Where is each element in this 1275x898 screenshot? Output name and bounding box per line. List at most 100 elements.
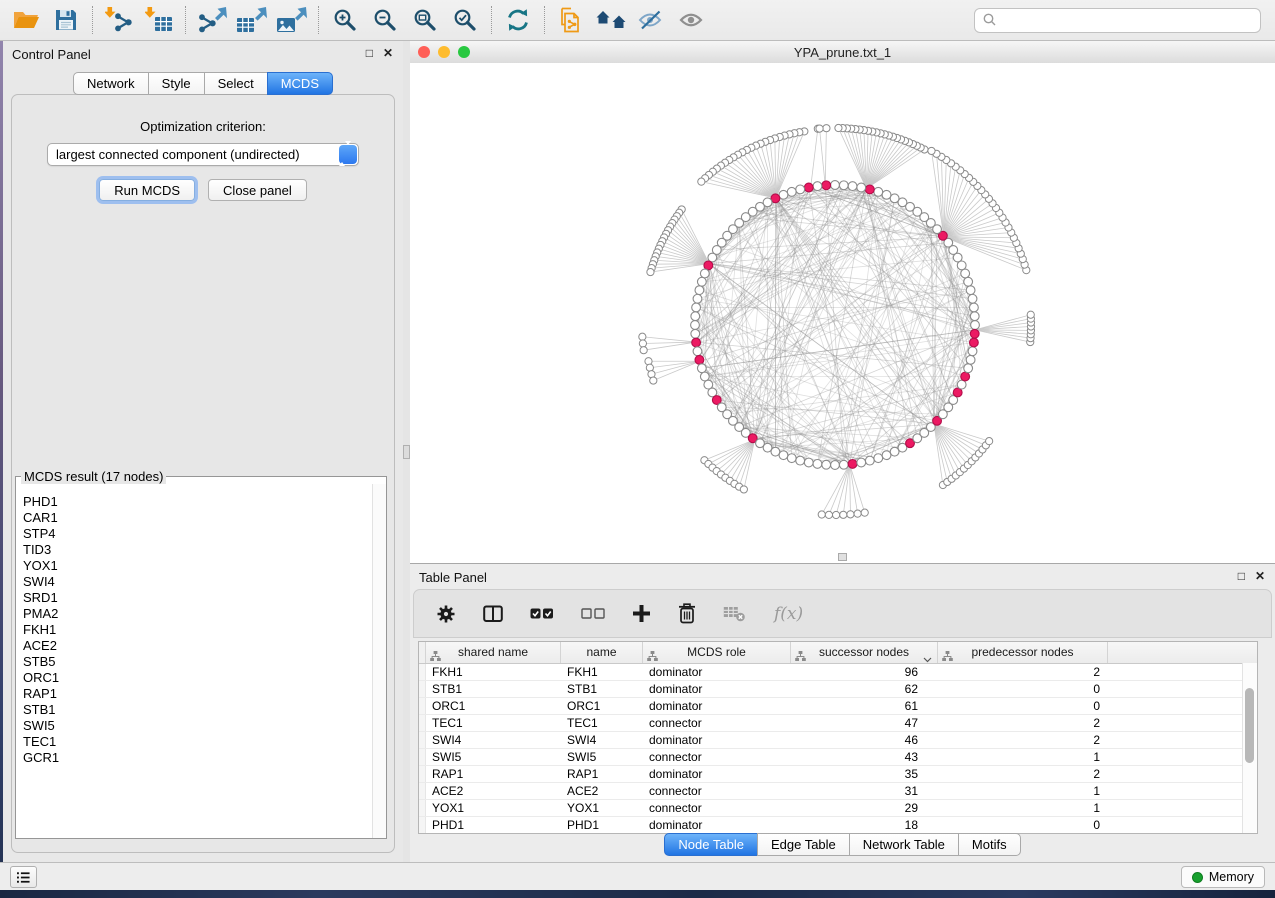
cell-name[interactable]: SWI5 xyxy=(561,749,643,765)
mcds-result-item[interactable]: YOX1 xyxy=(23,558,372,574)
cell-successor-nodes[interactable]: 61 xyxy=(791,698,938,714)
mcds-list-scrollbar[interactable] xyxy=(372,484,386,838)
tab-mcds[interactable]: MCDS xyxy=(267,72,333,95)
splitter-handle[interactable] xyxy=(403,445,410,459)
refresh-view-button[interactable] xyxy=(498,3,538,37)
export-table-button[interactable] xyxy=(232,3,272,37)
mcds-result-item[interactable]: STB5 xyxy=(23,654,372,670)
table-row[interactable]: RAP1RAP1dominator352 xyxy=(419,766,1257,783)
function-builder-button-disabled[interactable]: f(x) xyxy=(774,604,803,624)
cell-predecessor-nodes[interactable]: 0 xyxy=(938,698,1108,714)
zoom-fit-button[interactable] xyxy=(405,3,445,37)
tab-node-table[interactable]: Node Table xyxy=(664,833,758,856)
cell-predecessor-nodes[interactable]: 0 xyxy=(938,817,1108,833)
mcds-result-item[interactable]: SWI5 xyxy=(23,718,372,734)
cell-successor-nodes[interactable]: 96 xyxy=(791,664,938,680)
column-header-predecessor-nodes[interactable]: predecessor nodes xyxy=(938,642,1108,663)
split-panel-button[interactable] xyxy=(483,604,503,624)
add-column-button[interactable] xyxy=(632,604,651,623)
tab-network[interactable]: Network xyxy=(73,72,149,95)
cell-name[interactable]: STB1 xyxy=(561,681,643,697)
mcds-result-item[interactable]: STB1 xyxy=(23,702,372,718)
cell-successor-nodes[interactable]: 29 xyxy=(791,800,938,816)
zoom-in-button[interactable] xyxy=(325,3,365,37)
network-canvas[interactable] xyxy=(410,63,1275,563)
mcds-result-item[interactable]: FKH1 xyxy=(23,622,372,638)
cell-shared-name[interactable]: FKH1 xyxy=(426,664,561,680)
deselect-all-button[interactable] xyxy=(581,606,605,621)
zoom-selected-button[interactable] xyxy=(445,3,485,37)
cell-predecessor-nodes[interactable]: 2 xyxy=(938,715,1108,731)
cell-shared-name[interactable]: PHD1 xyxy=(426,817,561,833)
cell-successor-nodes[interactable]: 62 xyxy=(791,681,938,697)
delete-table-button-disabled[interactable] xyxy=(723,605,747,622)
cell-name[interactable]: ORC1 xyxy=(561,698,643,714)
cell-successor-nodes[interactable]: 46 xyxy=(791,732,938,748)
cell-shared-name[interactable]: TEC1 xyxy=(426,715,561,731)
column-header-name[interactable]: name xyxy=(561,642,643,663)
close-panel-icon[interactable]: ✕ xyxy=(1255,569,1265,583)
table-scrollbar[interactable] xyxy=(1242,663,1257,833)
cell-MCDS-role[interactable]: connector xyxy=(643,715,791,731)
cell-shared-name[interactable]: RAP1 xyxy=(426,766,561,782)
cell-name[interactable]: PHD1 xyxy=(561,817,643,833)
mcds-result-item[interactable]: CAR1 xyxy=(23,510,372,526)
cell-MCDS-role[interactable]: dominator xyxy=(643,664,791,680)
cell-predecessor-nodes[interactable]: 1 xyxy=(938,800,1108,816)
cell-predecessor-nodes[interactable]: 2 xyxy=(938,732,1108,748)
cell-name[interactable]: ACE2 xyxy=(561,783,643,799)
search-input[interactable] xyxy=(1003,12,1252,29)
table-row[interactable]: STB1STB1dominator620 xyxy=(419,681,1257,698)
import-table-button[interactable] xyxy=(139,3,179,37)
cell-successor-nodes[interactable]: 31 xyxy=(791,783,938,799)
mcds-result-item[interactable]: STP4 xyxy=(23,526,372,542)
cell-MCDS-role[interactable]: dominator xyxy=(643,732,791,748)
tab-edge-table[interactable]: Edge Table xyxy=(757,833,850,856)
table-row[interactable]: TEC1TEC1connector472 xyxy=(419,715,1257,732)
criterion-dropdown[interactable]: largest connected component (undirected) xyxy=(47,143,359,166)
cell-successor-nodes[interactable]: 43 xyxy=(791,749,938,765)
table-settings-button[interactable] xyxy=(436,604,456,624)
network-graph[interactable] xyxy=(410,63,1275,563)
column-header-MCDS-role[interactable]: MCDS role xyxy=(643,642,791,663)
mcds-result-item[interactable]: ORC1 xyxy=(23,670,372,686)
cell-successor-nodes[interactable]: 47 xyxy=(791,715,938,731)
memory-button[interactable]: Memory xyxy=(1181,866,1265,888)
column-header-shared-name[interactable]: shared name xyxy=(426,642,561,663)
cell-predecessor-nodes[interactable]: 2 xyxy=(938,664,1108,680)
table-row[interactable]: PHD1PHD1dominator180 xyxy=(419,817,1257,834)
mcds-result-item[interactable]: GCR1 xyxy=(23,750,372,766)
cell-name[interactable]: TEC1 xyxy=(561,715,643,731)
tab-select[interactable]: Select xyxy=(204,72,268,95)
table-row[interactable]: SWI5SWI5connector431 xyxy=(419,749,1257,766)
mcds-result-item[interactable]: SWI4 xyxy=(23,574,372,590)
select-all-button[interactable] xyxy=(530,606,554,621)
close-panel-button[interactable]: Close panel xyxy=(208,179,307,201)
column-header-successor-nodes[interactable]: successor nodes xyxy=(791,642,938,663)
cell-shared-name[interactable]: STB1 xyxy=(426,681,561,697)
table-row[interactable]: ACE2ACE2connector311 xyxy=(419,783,1257,800)
table-row[interactable]: FKH1FKH1dominator962 xyxy=(419,664,1257,681)
zoom-out-button[interactable] xyxy=(365,3,405,37)
cell-shared-name[interactable]: YOX1 xyxy=(426,800,561,816)
clone-network-button[interactable] xyxy=(551,3,591,37)
mcds-result-item[interactable]: RAP1 xyxy=(23,686,372,702)
cell-predecessor-nodes[interactable]: 1 xyxy=(938,749,1108,765)
show-all-button[interactable] xyxy=(671,3,711,37)
cell-MCDS-role[interactable]: dominator xyxy=(643,681,791,697)
table-row[interactable]: YOX1YOX1connector291 xyxy=(419,800,1257,817)
mcds-result-item[interactable]: TID3 xyxy=(23,542,372,558)
first-neighbors-button[interactable] xyxy=(591,3,631,37)
cell-name[interactable]: SWI4 xyxy=(561,732,643,748)
table-row[interactable]: ORC1ORC1dominator610 xyxy=(419,698,1257,715)
cell-shared-name[interactable]: SWI5 xyxy=(426,749,561,765)
cell-name[interactable]: FKH1 xyxy=(561,664,643,680)
run-mcds-button[interactable]: Run MCDS xyxy=(99,179,195,201)
cell-shared-name[interactable]: SWI4 xyxy=(426,732,561,748)
cell-shared-name[interactable]: ACE2 xyxy=(426,783,561,799)
tab-motifs[interactable]: Motifs xyxy=(958,833,1021,856)
open-file-button[interactable] xyxy=(6,3,46,37)
export-network-button[interactable] xyxy=(192,3,232,37)
delete-rows-button[interactable] xyxy=(678,603,696,624)
close-panel-icon[interactable]: ✕ xyxy=(383,46,393,60)
